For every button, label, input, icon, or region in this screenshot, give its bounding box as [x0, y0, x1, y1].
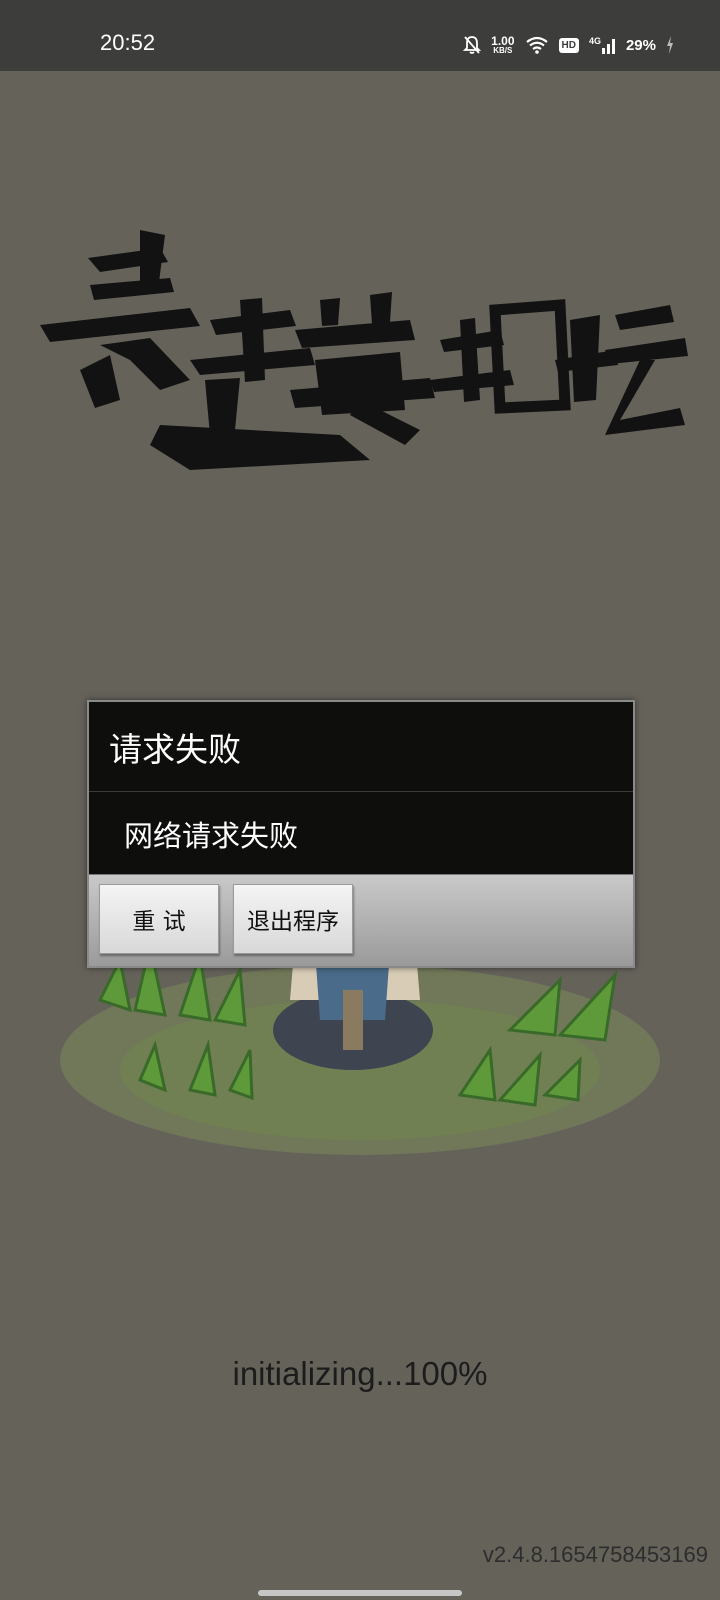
net-speed: 1.00 KB/S	[491, 35, 514, 55]
game-logo	[40, 230, 690, 490]
dialog-header: 请求失败	[89, 702, 633, 792]
net-speed-unit: KB/S	[493, 46, 513, 55]
retry-button[interactable]: 重 试	[99, 884, 219, 954]
bell-off-icon	[463, 36, 482, 54]
signal-label: 4G	[588, 36, 601, 46]
status-icons: 1.00 KB/S HD 4G 29%	[463, 32, 674, 58]
status-time: 20:52	[100, 30, 156, 55]
signal-icon: 4G	[589, 36, 616, 54]
logo-calligraphy	[40, 230, 688, 470]
exit-app-button[interactable]: 退出程序	[233, 884, 353, 954]
dialog-message: 网络请求失败	[124, 819, 299, 853]
status-bar: 20:52 1.00 KB/S HD 4G 29%	[0, 0, 720, 71]
home-indicator[interactable]	[258, 1590, 462, 1596]
dialog-button-bar: 重 试 退出程序	[89, 874, 633, 966]
battery-level: 29%	[625, 36, 656, 54]
loading-status-text: initializing...100%	[232, 1355, 488, 1392]
wifi-icon	[525, 36, 548, 54]
dialog-title: 请求失败	[109, 729, 241, 769]
error-dialog: 请求失败 网络请求失败 重 试 退出程序	[87, 700, 635, 968]
version-label: v2.4.8.1654758453169	[482, 1542, 708, 1567]
charging-icon	[667, 36, 673, 54]
dialog-body: 网络请求失败	[89, 792, 633, 876]
hd-badge: HD	[558, 37, 579, 53]
